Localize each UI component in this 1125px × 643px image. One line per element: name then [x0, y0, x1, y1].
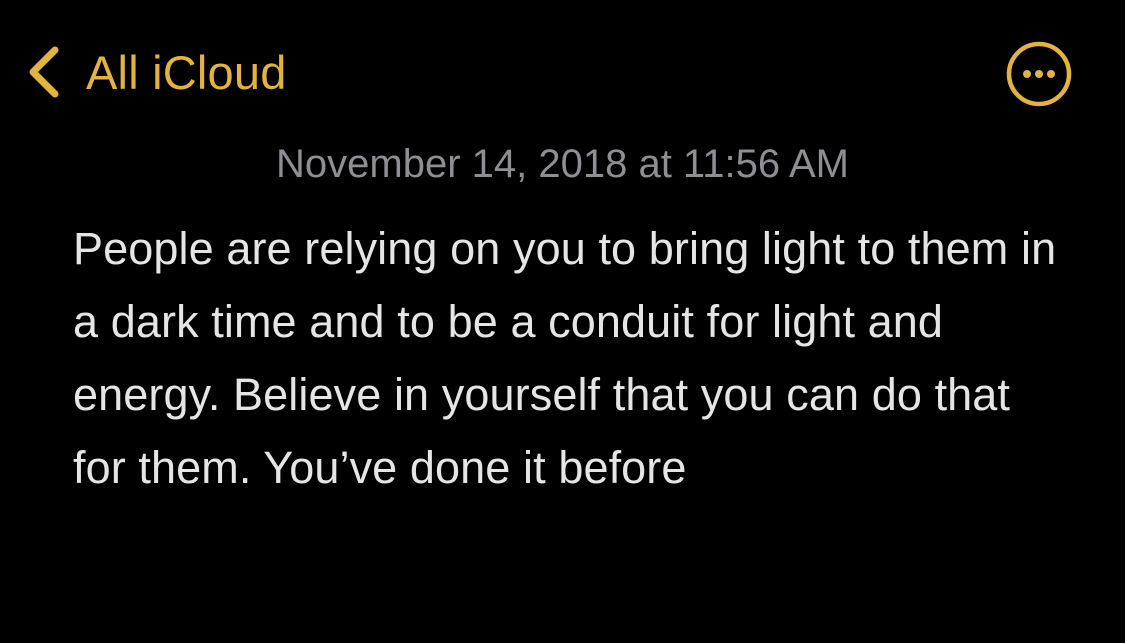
note-timestamp: November 14, 2018 at 11:56 AM	[276, 142, 849, 186]
more-options-button[interactable]	[1006, 41, 1072, 107]
back-button[interactable]: All iCloud	[24, 40, 287, 104]
ellipsis-circle-icon	[1006, 41, 1072, 107]
back-button-label: All iCloud	[86, 45, 287, 99]
note-body-text[interactable]: People are relying on you to bring light…	[73, 212, 1073, 504]
navigation-bar: All iCloud	[0, 0, 1125, 140]
chevron-left-icon	[29, 46, 59, 98]
